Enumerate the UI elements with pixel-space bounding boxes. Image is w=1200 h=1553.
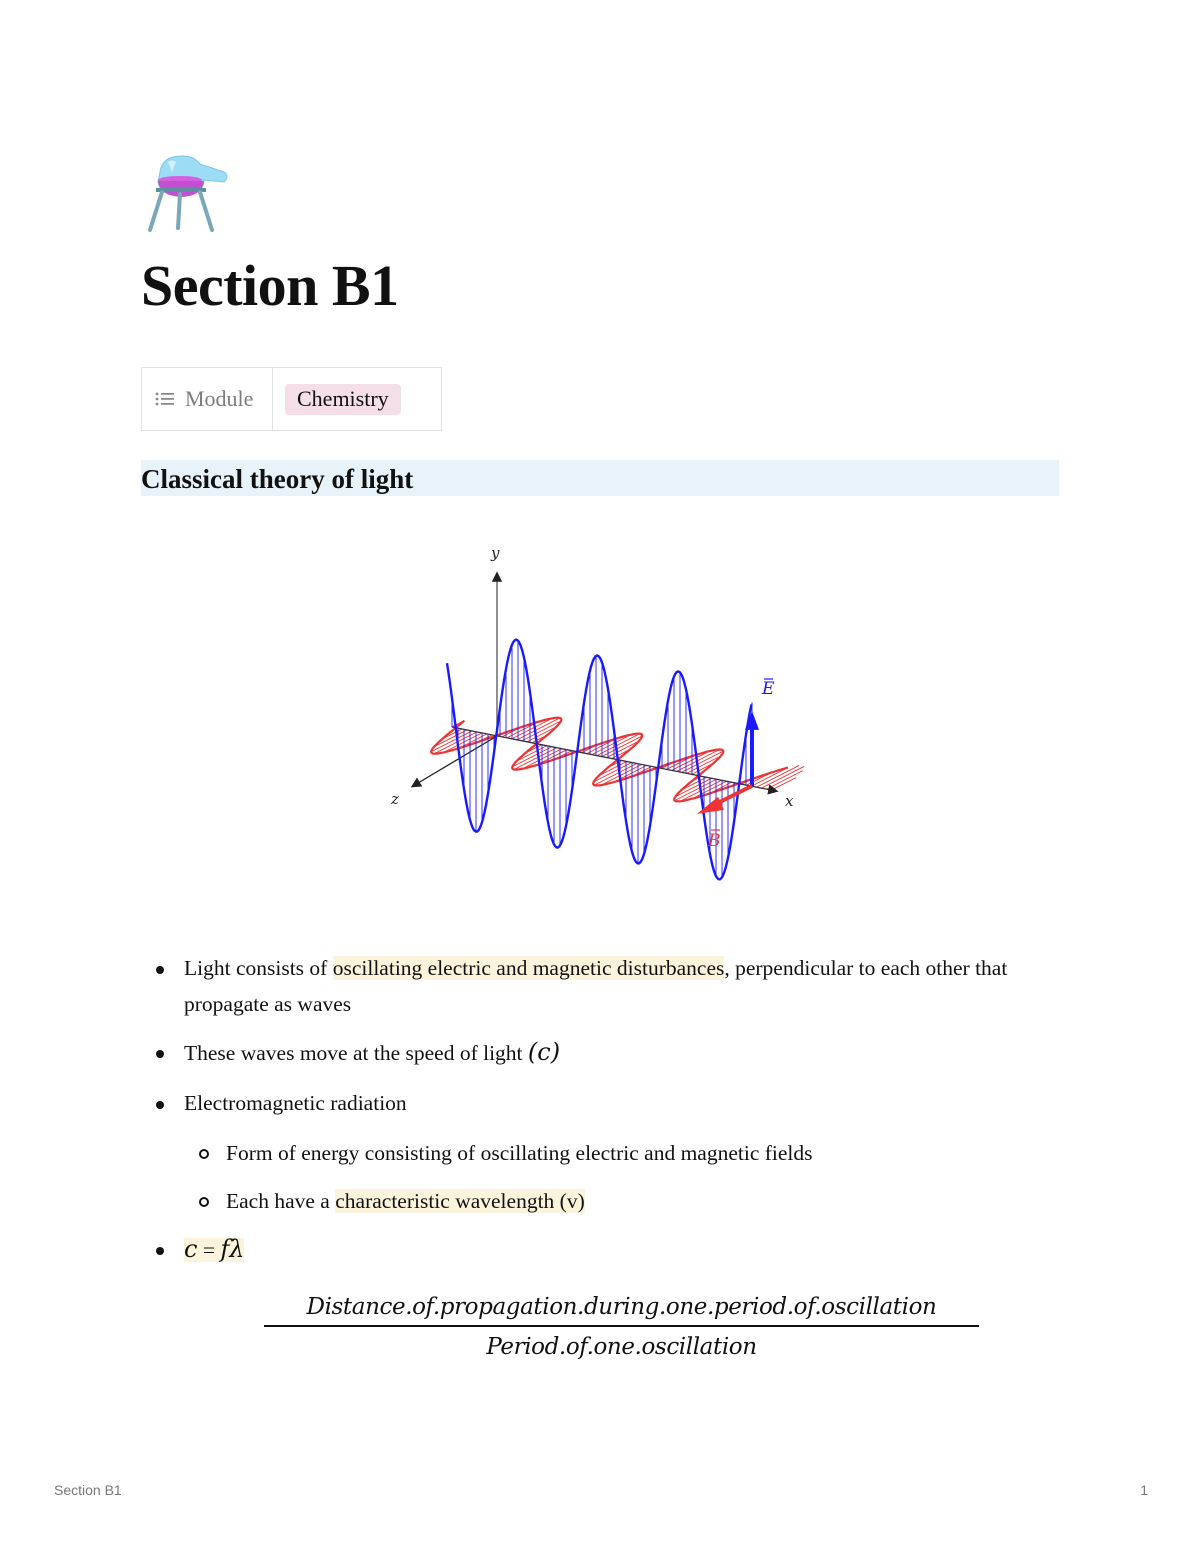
fraction-denominator: Period.of.one.oscillation	[486, 1334, 757, 1360]
list-item: These waves move at the speed of light (…	[141, 1034, 1061, 1071]
fraction-equation: Distance.of.propagation.during.one.perio…	[264, 1290, 979, 1364]
property-value[interactable]: Chemistry	[272, 367, 442, 431]
bullet-dot	[156, 1050, 164, 1058]
fraction-numerator: Distance.of.propagation.during.one.perio…	[306, 1294, 937, 1320]
bullet-dot	[156, 966, 164, 974]
property-key[interactable]: Module	[141, 367, 273, 431]
e-field-curve	[445, 638, 753, 881]
page-number: 1	[1140, 1482, 1148, 1498]
list-item: Electromagnetic radiation	[141, 1085, 1061, 1121]
list-item-text: Form of energy consisting of oscillating…	[226, 1141, 813, 1165]
b-field-hatch	[771, 777, 797, 791]
list-item: Light consists of oscillating electric a…	[141, 950, 1061, 1022]
bullet-list: Light consists of oscillating electric a…	[141, 948, 1061, 1268]
highlighted-text: characteristic wavelength (v)	[335, 1189, 585, 1213]
list-icon	[155, 392, 174, 406]
em-wave-diagram: y z x E B	[390, 544, 805, 881]
math-equals: =	[197, 1238, 221, 1262]
y-axis-label: y	[490, 544, 500, 562]
alembic-flask-icon	[148, 155, 228, 232]
bullet-dot	[156, 1247, 164, 1255]
list-item-text: Electromagnetic radiation	[184, 1091, 407, 1115]
footer-title: Section B1	[54, 1482, 122, 1498]
z-axis-label: z	[390, 790, 399, 808]
math-c: c	[184, 1235, 198, 1263]
list-item: c = fλ	[141, 1231, 1061, 1268]
sub-list-item: Each have a characteristic wavelength (v…	[141, 1183, 1061, 1219]
property-key-label: Module	[185, 386, 254, 411]
list-item-text: These waves move at the speed of light	[184, 1041, 528, 1065]
math-rhs: fλ	[220, 1235, 245, 1263]
list-item-text: Light consists of	[184, 956, 333, 980]
bullet-circle	[199, 1197, 209, 1207]
e-vector-head	[745, 710, 759, 730]
section-heading: Classical theory of light	[141, 460, 1059, 496]
module-tag[interactable]: Chemistry	[285, 383, 401, 415]
page-title: Section B1	[141, 253, 399, 318]
bullet-dot	[156, 1101, 164, 1109]
x-axis-label: x	[785, 792, 794, 810]
e-vector-label: E	[761, 679, 775, 699]
sub-list-item: Form of energy consisting of oscillating…	[141, 1135, 1061, 1171]
properties-table: Module Chemistry	[141, 367, 442, 431]
equation-highlight: c = fλ	[184, 1235, 245, 1263]
b-vector-label: B	[707, 831, 721, 851]
math-inline: (c)	[527, 1038, 561, 1066]
property-row-module: Module Chemistry	[141, 367, 442, 431]
list-item-text: Each have a	[226, 1189, 336, 1213]
bullet-circle	[199, 1149, 209, 1159]
highlighted-text: oscillating electric and magnetic distur…	[332, 956, 725, 980]
fraction-bar	[264, 1325, 979, 1327]
